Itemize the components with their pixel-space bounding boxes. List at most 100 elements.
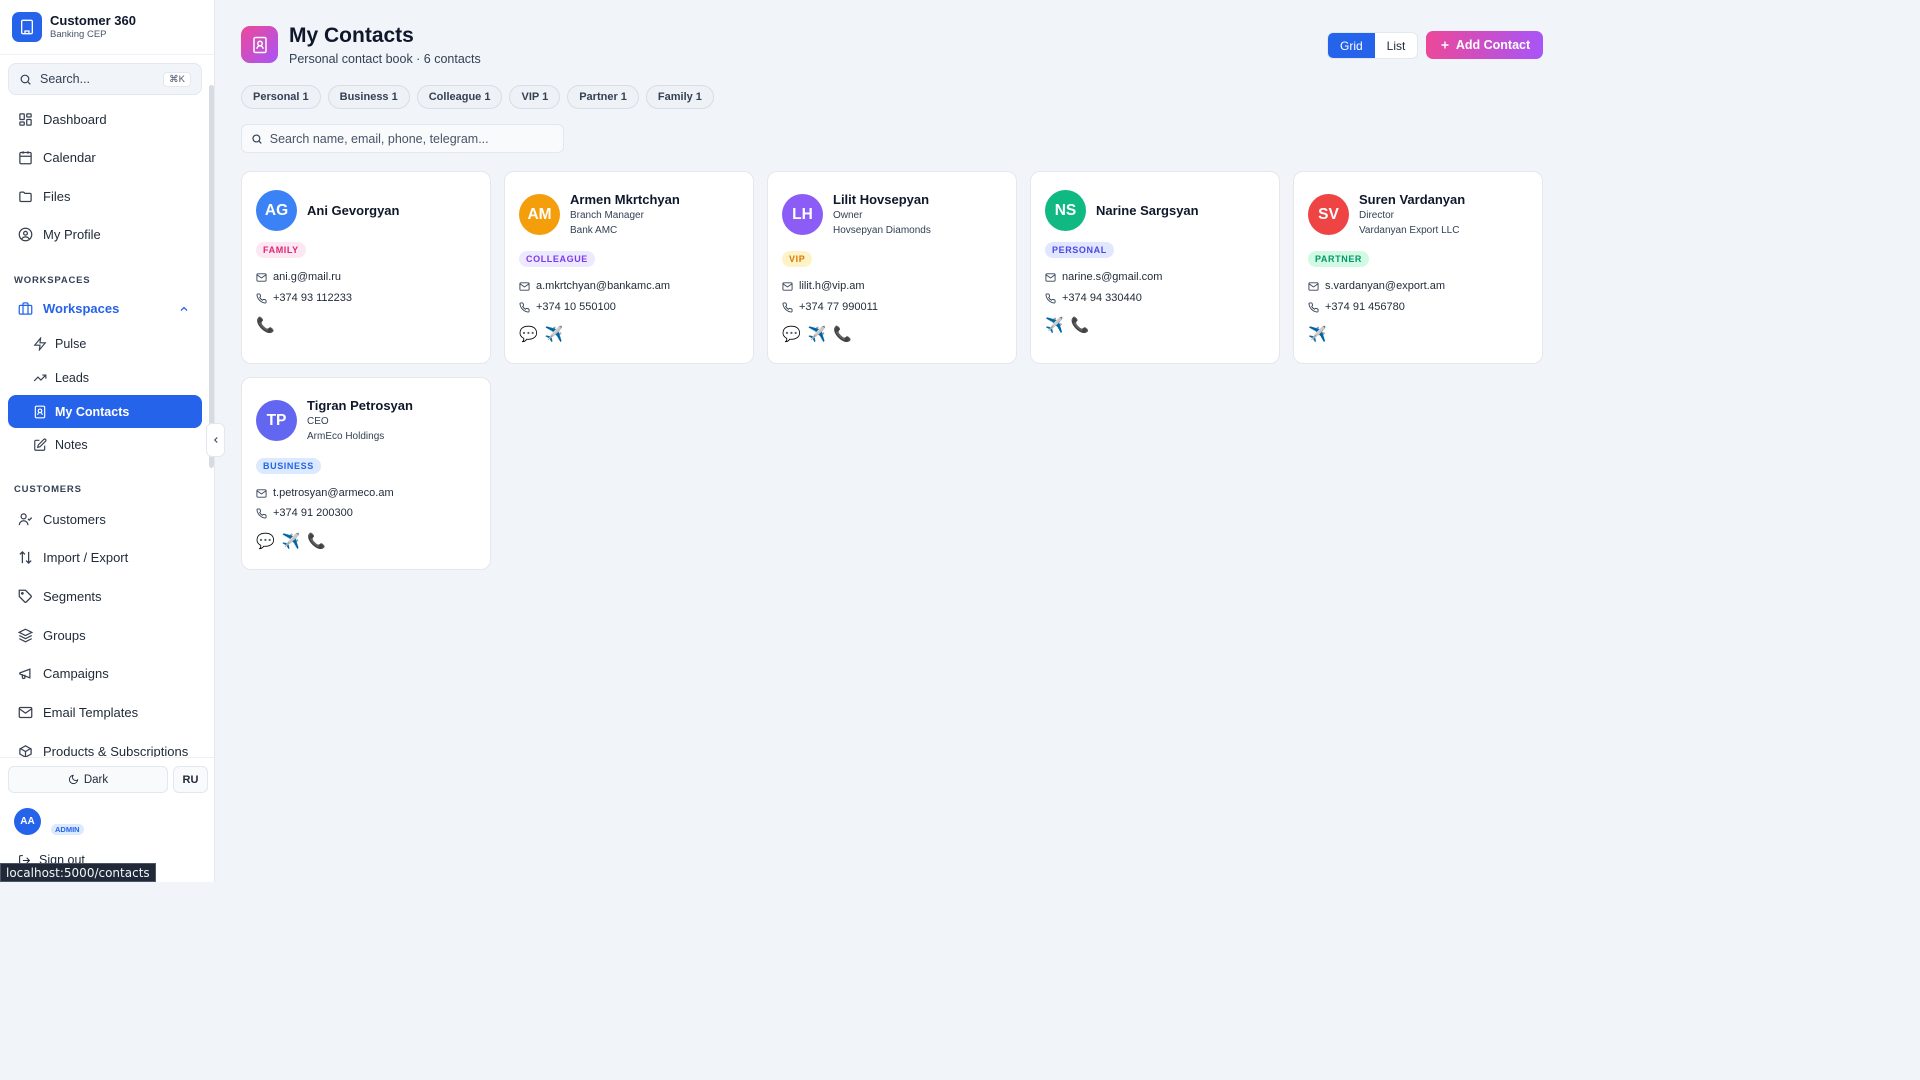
sidebar-item-my-profile[interactable]: My Profile [8, 218, 202, 251]
contact-name: Armen Mkrtchyan [570, 192, 680, 207]
filter-chip-partner[interactable]: Partner 1 [567, 85, 639, 109]
contact-tag: COLLEAGUE [519, 251, 595, 267]
contact-search-input[interactable] [269, 131, 554, 146]
collapse-sidebar-button[interactable] [206, 423, 225, 457]
contact-company: Hovsepyan Diamonds [833, 225, 931, 236]
sidebar-item-customers[interactable]: Customers [8, 503, 202, 536]
contact-email[interactable]: lilit.h@vip.am [782, 280, 865, 292]
edit-note-icon [34, 438, 47, 451]
contact-email[interactable]: ani.g@mail.ru [256, 271, 341, 283]
building-icon [12, 12, 42, 42]
phone-icon [519, 301, 530, 312]
contact-email[interactable]: s.vardanyan@export.am [1308, 280, 1445, 292]
sidebar-item-calendar[interactable]: Calendar [8, 141, 202, 174]
sidebar-group-workspaces[interactable]: Workspaces [8, 292, 202, 325]
add-contact-button[interactable]: Add Contact [1426, 31, 1543, 59]
telegram-icon[interactable]: ✈️ [1045, 316, 1064, 334]
telegram-icon[interactable]: ✈️ [808, 325, 827, 343]
contact-phone-text: +374 10 550100 [536, 301, 616, 313]
sidebar-item-pulse[interactable]: Pulse [8, 327, 202, 360]
filter-chip-vip[interactable]: VIP 1 [509, 85, 561, 109]
page-title: My Contacts [289, 24, 414, 47]
contact-phone[interactable]: +374 91 456780 [1308, 301, 1405, 313]
sidebar-item-dashboard[interactable]: Dashboard [8, 103, 202, 136]
contact-email[interactable]: t.petrosyan@armeco.am [256, 487, 394, 499]
sidebar: Customer 360 Banking CEP Search... ⌘K Da… [0, 0, 215, 882]
filter-chip-family[interactable]: Family 1 [645, 85, 714, 109]
contact-card[interactable]: LH Lilit Hovsepyan Owner Hovsepyan Diamo… [767, 171, 1017, 364]
contact-tag: BUSINESS [256, 458, 321, 474]
contact-company: Vardanyan Export LLC [1359, 225, 1460, 236]
sidebar-item-email-templates[interactable]: Email Templates [8, 696, 202, 729]
trending-up-icon [33, 374, 47, 381]
contact-email-text: s.vardanyan@export.am [1325, 280, 1446, 292]
mail-icon [256, 488, 267, 498]
contact-phone[interactable]: +374 10 550100 [519, 301, 616, 313]
theme-toggle-button[interactable]: Dark [8, 766, 168, 793]
contact-card[interactable]: SV Suren Vardanyan Director Vardanyan Ex… [1293, 171, 1543, 364]
user-check-icon [18, 513, 33, 526]
user-circle-icon [18, 227, 33, 242]
message-icon[interactable]: 💬 [519, 325, 538, 343]
plus-icon [1441, 41, 1449, 49]
filter-chip-personal[interactable]: Personal 1 [241, 85, 321, 109]
contact-tag: VIP [782, 251, 813, 267]
call-icon[interactable]: 📞 [833, 325, 852, 343]
phone-icon [256, 292, 267, 303]
contact-phone-text: +374 91 456780 [1325, 301, 1405, 313]
sidebar-item-leads[interactable]: Leads [8, 361, 202, 394]
sidebar-item-notes[interactable]: Notes [8, 428, 202, 461]
contact-card[interactable]: TP Tigran Petrosyan CEO ArmEco Holdings … [241, 377, 491, 570]
avatar[interactable]: AA [14, 808, 41, 835]
list-view-button[interactable]: List [1375, 33, 1418, 58]
contact-name: Suren Vardanyan [1359, 192, 1466, 207]
contact-card[interactable]: NS Narine Sargsyan PERSONAL narine.s@gma… [1030, 171, 1280, 364]
contact-title: Branch Manager [570, 210, 644, 221]
contact-tag: PARTNER [1308, 251, 1370, 267]
filter-chip-colleague[interactable]: Colleague 1 [416, 85, 503, 109]
phone-icon [256, 507, 267, 518]
sidebar-item-label: Groups [43, 628, 86, 643]
message-icon[interactable]: 💬 [256, 532, 275, 550]
contact-card[interactable]: AG Ani Gevorgyan FAMILY ani.g@mail.ru +3… [241, 171, 491, 364]
contact-actions: ✈️ [1308, 325, 1327, 343]
contact-name: Tigran Petrosyan [307, 398, 413, 413]
avatar: TP [256, 400, 297, 441]
call-icon[interactable]: 📞 [1071, 316, 1090, 334]
telegram-icon[interactable]: ✈️ [1308, 325, 1327, 343]
telegram-icon[interactable]: ✈️ [282, 532, 301, 550]
message-icon[interactable]: 💬 [782, 325, 801, 343]
contact-email[interactable]: narine.s@gmail.com [1045, 271, 1162, 283]
sidebar-item-groups[interactable]: Groups [8, 619, 202, 652]
contact-email[interactable]: a.mkrtchyan@bankamc.am [519, 280, 670, 292]
sidebar-item-label: Customers [43, 512, 106, 527]
language-button[interactable]: RU [173, 766, 208, 793]
contact-phone[interactable]: +374 91 200300 [256, 507, 353, 519]
contact-search [241, 124, 564, 153]
sidebar-scrollbar[interactable] [209, 85, 214, 468]
brand[interactable]: Customer 360 Banking CEP [0, 0, 214, 55]
contact-phone[interactable]: +374 93 112233 [256, 292, 352, 304]
sidebar-item-my-contacts[interactable]: My Contacts [8, 395, 202, 428]
call-icon[interactable]: 📞 [307, 532, 326, 550]
sidebar-group-label: Workspaces [43, 301, 120, 316]
contact-phone[interactable]: +374 94 330440 [1045, 292, 1142, 304]
sidebar-item-segments[interactable]: Segments [8, 580, 202, 613]
filter-chip-business[interactable]: Business 1 [327, 85, 410, 109]
sidebar-item-label: Dashboard [43, 112, 107, 127]
folder-icon [19, 191, 32, 203]
moon-icon [68, 774, 79, 785]
grid-view-button[interactable]: Grid [1328, 33, 1375, 58]
telegram-icon[interactable]: ✈️ [545, 325, 564, 343]
sidebar-item-label: My Contacts [55, 404, 130, 419]
chevron-up-icon[interactable] [178, 303, 190, 315]
sidebar-item-campaigns[interactable]: Campaigns [8, 657, 202, 690]
sidebar-item-files[interactable]: Files [8, 180, 202, 213]
role-badge: ADMIN [51, 824, 84, 835]
sidebar-item-import-export[interactable]: Import / Export [8, 541, 202, 574]
contact-phone[interactable]: +374 77 990011 [782, 301, 878, 313]
contact-card[interactable]: AM Armen Mkrtchyan Branch Manager Bank A… [504, 171, 754, 364]
call-icon[interactable]: 📞 [256, 316, 275, 334]
sidebar-search[interactable]: Search... ⌘K [8, 63, 202, 95]
contact-actions: ✈️ 📞 [1045, 316, 1089, 334]
